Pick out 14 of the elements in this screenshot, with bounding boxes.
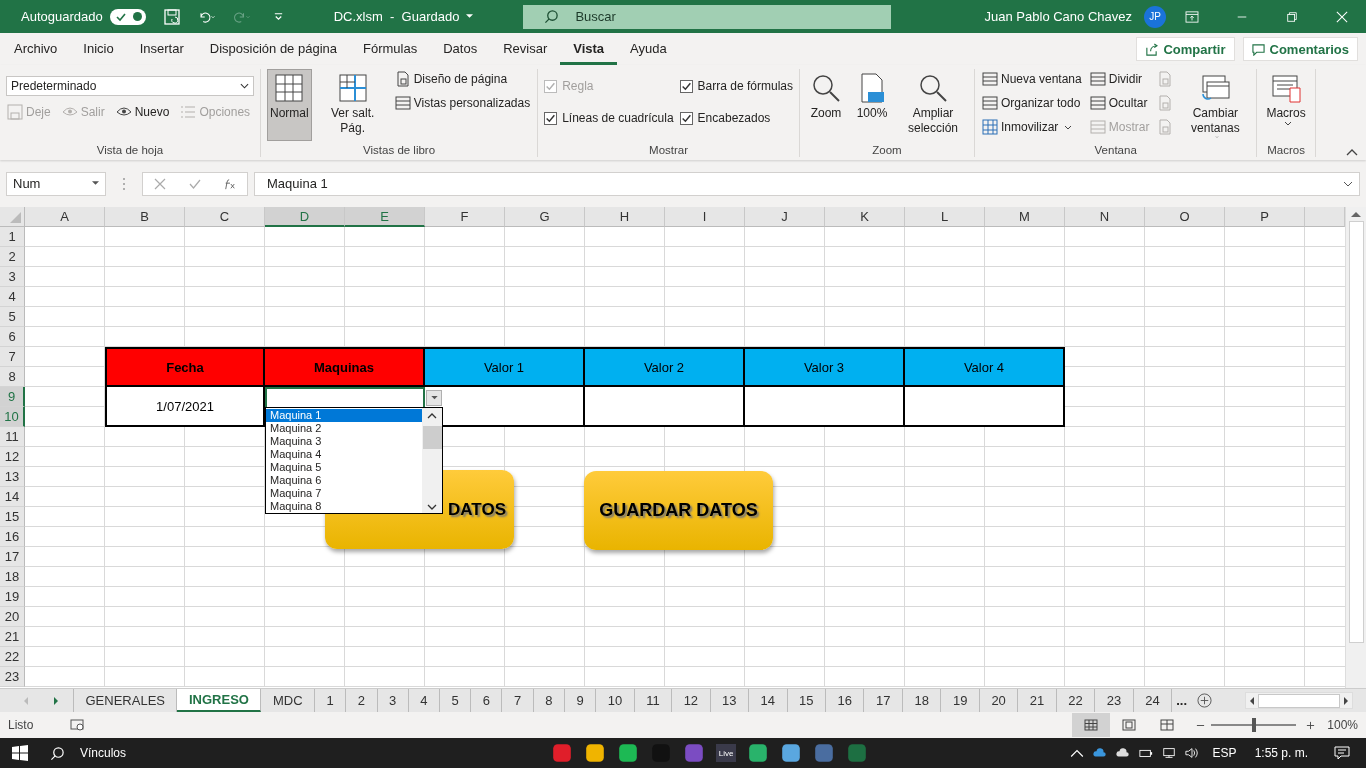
table-header-cell: Valor 3 — [745, 347, 905, 387]
table-header-cell: Valor 4 — [905, 347, 1065, 387]
status-text: Listo — [8, 718, 34, 732]
group-label: Macros — [1266, 144, 1306, 157]
table-header-cell: Maquinas — [265, 347, 425, 387]
autosave-label: Autoguardado — [21, 9, 103, 24]
group-label: Zoom — [871, 144, 903, 157]
table-header-cell: Valor 2 — [585, 347, 745, 387]
table-header-cell: Valor 1 — [425, 347, 585, 387]
group-label: Mostrar — [648, 144, 690, 157]
table-header-cell: Fecha — [105, 347, 265, 387]
group-label: Ventana — [1093, 144, 1138, 157]
group-label: Vista de hoja — [95, 144, 165, 157]
group-label: Vistas de libro — [362, 144, 437, 157]
